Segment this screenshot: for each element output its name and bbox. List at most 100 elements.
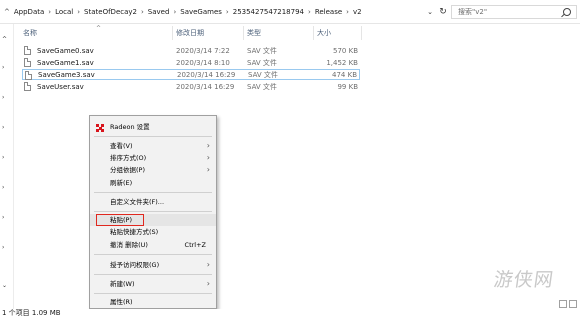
menu-item-view[interactable]: 查看(V) › [90, 140, 216, 152]
column-header-size[interactable]: 大小 [317, 24, 331, 42]
menu-item-label: 刷新(E) [110, 179, 133, 187]
menu-item-grant-access[interactable]: 授予访问权限(G) › [90, 259, 216, 271]
file-icon [25, 71, 32, 80]
menu-separator [94, 211, 212, 212]
refresh-icon[interactable]: ↻ [436, 5, 450, 19]
file-row-focused[interactable]: SaveGame3.sav 2020/3/14 16:29 SAV 文件 474… [22, 69, 360, 80]
menu-separator [94, 274, 212, 275]
nav-item-glyph[interactable]: › [2, 124, 4, 131]
crumb-appdata[interactable]: AppData [13, 8, 45, 16]
navigation-pane[interactable]: ^ › › › › › › › ⌄ [0, 24, 14, 309]
menu-item-shortcut: Ctrl+Z [184, 241, 206, 249]
menu-item-properties[interactable]: 属性(R) [90, 296, 216, 308]
file-type: SAV 文件 [247, 58, 277, 67]
column-header-name[interactable]: 名称 [23, 24, 37, 42]
chevron-right-icon[interactable]: › [223, 8, 232, 16]
crumb-local[interactable]: Local [54, 8, 74, 16]
file-size: 474 KB [332, 70, 357, 79]
column-divider[interactable] [243, 26, 244, 40]
menu-item-label: 新建(W) [110, 280, 135, 288]
file-date: 2020/3/14 8:10 [176, 58, 230, 67]
menu-item-customize-folder[interactable]: 自定义文件夹(F)... [90, 196, 216, 208]
menu-item-label: 分组依据(P) [110, 166, 145, 174]
menu-item-label: 排序方式(O) [110, 154, 147, 162]
details-view-icon[interactable] [559, 300, 567, 308]
column-divider[interactable] [313, 26, 314, 40]
column-header-date[interactable]: 修改日期 [176, 24, 204, 42]
file-icon [24, 46, 31, 55]
menu-item-radeon-settings[interactable]: Radeon 设置 [90, 121, 216, 133]
search-icon[interactable] [563, 8, 571, 16]
menu-item-sort[interactable]: 排序方式(O) › [90, 152, 216, 164]
chevron-right-icon[interactable]: › [343, 8, 352, 16]
radeon-icon [96, 124, 104, 132]
file-type: SAV 文件 [247, 46, 277, 55]
crumb-saved[interactable]: Saved [147, 8, 171, 16]
file-name: SaveUser.sav [37, 82, 84, 91]
file-row[interactable]: SaveUser.sav 2020/3/14 16:29 SAV 文件 99 K… [22, 81, 360, 92]
file-icon [24, 58, 31, 67]
file-name: SaveGame0.sav [37, 46, 94, 55]
search-placeholder: 搜索"v2" [458, 8, 488, 16]
menu-item-undo-delete[interactable]: 撤消 删除(U) Ctrl+Z [90, 239, 216, 251]
file-type: SAV 文件 [248, 70, 278, 79]
file-date: 2020/3/14 16:29 [177, 70, 236, 79]
menu-item-label: 自定义文件夹(F)... [110, 198, 165, 206]
file-size: 99 KB [337, 82, 358, 91]
chevron-right-icon: › [206, 141, 210, 150]
menu-separator [94, 192, 212, 193]
chevron-down-icon[interactable]: ⌄ [2, 282, 7, 289]
sort-up-icon: ^ [96, 25, 102, 32]
menu-item-new[interactable]: 新建(W) › [90, 278, 216, 290]
chevron-right-icon[interactable]: › [170, 8, 179, 16]
menu-separator [94, 136, 212, 137]
crumb-savegames[interactable]: SaveGames [179, 8, 223, 16]
expand-up-icon[interactable]: ^ [1, 8, 13, 16]
chevron-down-icon[interactable]: ⌄ [424, 5, 436, 19]
menu-item-label: 粘贴快捷方式(S) [110, 228, 159, 236]
status-bar: 1 个项目 1.09 MB [0, 309, 580, 317]
nav-item-glyph[interactable]: › [2, 244, 4, 251]
menu-item-label: Radeon 设置 [110, 123, 150, 131]
file-name: SaveGame3.sav [38, 70, 95, 79]
nav-item-glyph[interactable]: › [2, 214, 4, 221]
search-input[interactable]: 搜索"v2" [451, 5, 577, 19]
large-icons-view-icon[interactable] [569, 300, 577, 308]
column-divider[interactable] [172, 26, 173, 40]
menu-item-label: 撤消 删除(U) [110, 241, 148, 249]
nav-item-glyph[interactable]: › [2, 94, 4, 101]
file-row[interactable]: SaveGame0.sav 2020/3/14 7:22 SAV 文件 570 … [22, 45, 360, 56]
nav-item-glyph[interactable]: › [2, 154, 4, 161]
crumb-user-id[interactable]: 2535427547218794 [232, 8, 305, 16]
highlight-box [96, 214, 144, 226]
chevron-right-icon[interactable]: › [45, 8, 54, 16]
chevron-right-icon: › [206, 165, 210, 174]
chevron-right-icon: › [206, 260, 210, 269]
file-date: 2020/3/14 16:29 [176, 82, 235, 91]
file-type: SAV 文件 [247, 82, 277, 91]
nav-item-glyph[interactable]: › [2, 184, 4, 191]
crumb-stateofdecay2[interactable]: StateOfDecay2 [83, 8, 138, 16]
file-size: 570 KB [333, 46, 358, 55]
file-name: SaveGame1.sav [37, 58, 94, 67]
crumb-v2[interactable]: v2 [352, 8, 363, 16]
chevron-right-icon[interactable]: › [74, 8, 83, 16]
crumb-release[interactable]: Release [314, 8, 343, 16]
menu-item-paste-shortcut[interactable]: 粘贴快捷方式(S) [90, 226, 216, 238]
column-divider[interactable] [361, 26, 362, 40]
breadcrumb[interactable]: ^ AppData › Local › StateOfDecay2 › Save… [1, 5, 421, 19]
chevron-right-icon[interactable]: › [138, 8, 147, 16]
file-date: 2020/3/14 7:22 [176, 46, 230, 55]
menu-item-label: 属性(R) [110, 298, 133, 306]
menu-item-refresh[interactable]: 刷新(E) [90, 177, 216, 189]
context-menu: Radeon 设置 查看(V) › 排序方式(O) › 分组依据(P) › 刷新… [89, 115, 217, 309]
file-row[interactable]: SaveGame1.sav 2020/3/14 8:10 SAV 文件 1,45… [22, 57, 360, 68]
status-text: 1 个项目 1.09 MB [2, 309, 61, 317]
nav-item-glyph[interactable]: ^ [2, 36, 7, 43]
nav-item-glyph[interactable]: › [2, 64, 4, 71]
menu-item-group[interactable]: 分组依据(P) › [90, 164, 216, 176]
menu-item-label: 授予访问权限(G) [110, 261, 160, 269]
chevron-right-icon: › [206, 279, 210, 288]
column-header-type[interactable]: 类型 [247, 24, 261, 42]
chevron-right-icon[interactable]: › [305, 8, 314, 16]
